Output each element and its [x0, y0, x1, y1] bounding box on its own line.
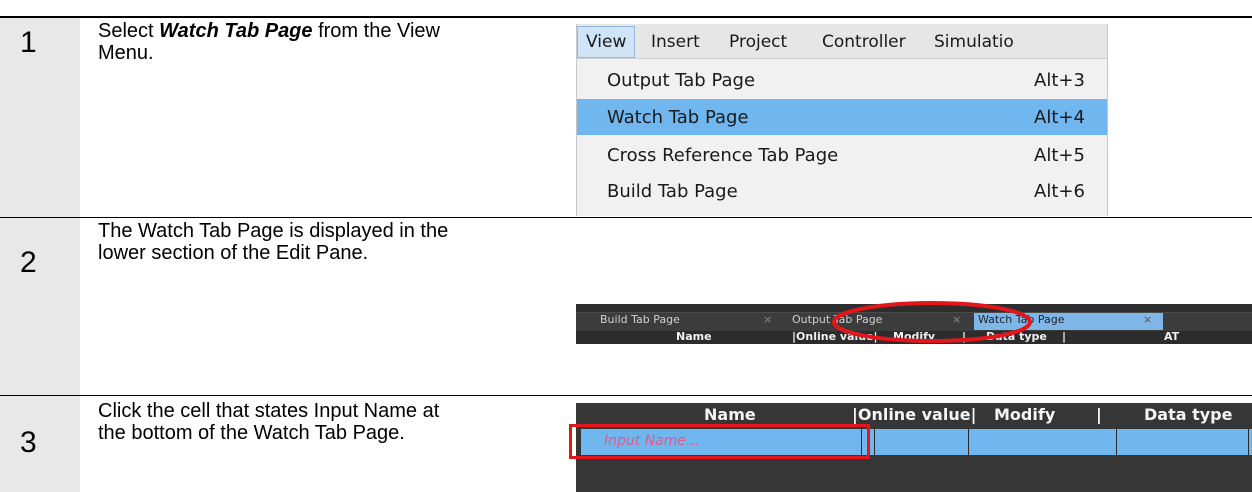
cell-separator	[1116, 429, 1117, 455]
divider-1	[0, 217, 1252, 218]
view-menu: View Insert Project Controller Simulatio…	[576, 24, 1108, 216]
highlight-oval	[832, 301, 1032, 343]
step-number-cell	[0, 218, 80, 395]
col-separator: |	[1062, 330, 1067, 343]
highlight-box	[569, 424, 870, 459]
step-number: 3	[20, 426, 37, 459]
top-rule	[0, 16, 1252, 18]
menu-item-output-tab-page[interactable]: Output Tab Page Alt+3	[577, 62, 1107, 98]
menu-insert[interactable]: Insert	[651, 32, 700, 52]
close-icon[interactable]: ×	[1143, 313, 1152, 326]
step-description: Select Watch Tab Page from the View Menu…	[98, 20, 440, 64]
menu-item-watch-tab-page[interactable]: Watch Tab Page Alt+4	[577, 99, 1107, 135]
cell-separator	[874, 429, 875, 455]
step-description: The Watch Tab Page is displayed in the l…	[98, 220, 449, 264]
step-number-cell	[0, 396, 80, 492]
menu-simulation[interactable]: Simulatio	[934, 32, 1014, 52]
menu-item-name: Watch Tab Page	[159, 20, 313, 42]
menu-item-build-tab-page[interactable]: Build Tab Page Alt+6	[577, 173, 1107, 209]
menu-view[interactable]: View	[586, 32, 626, 52]
cell-separator	[968, 429, 969, 455]
col-online-value: |Online value|	[852, 405, 977, 424]
step-number: 2	[20, 246, 37, 279]
step-number: 1	[20, 26, 37, 59]
tab-build[interactable]: Build Tab Page	[596, 313, 730, 330]
col-modify: Modify	[994, 405, 1056, 424]
col-at: AT	[1164, 330, 1180, 343]
col-name: Name	[704, 405, 756, 424]
menu-bar: View Insert Project Controller Simulatio	[577, 24, 1107, 59]
col-name: Name	[676, 330, 712, 343]
close-icon[interactable]: ×	[763, 313, 772, 326]
menu-project[interactable]: Project	[729, 32, 787, 52]
divider-2	[0, 395, 1252, 396]
col-separator: |	[1096, 405, 1102, 424]
cell-separator	[1248, 429, 1249, 455]
step-number-cell	[0, 18, 80, 217]
col-data-type: Data type	[1144, 405, 1233, 424]
step-description: Click the cell that states Input Name at…	[98, 400, 440, 444]
menu-controller[interactable]: Controller	[822, 32, 906, 52]
menu-item-cross-reference-tab-page[interactable]: Cross Reference Tab Page Alt+5	[577, 137, 1107, 173]
